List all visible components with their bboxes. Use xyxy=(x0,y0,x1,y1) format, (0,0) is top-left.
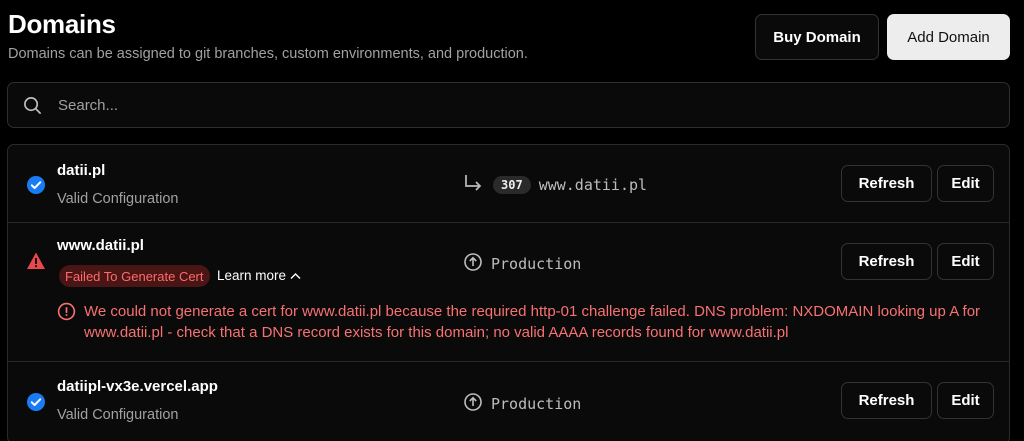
check-circle-icon xyxy=(26,175,46,195)
domain-row: datii.pl Valid Configuration 307 www.dat… xyxy=(8,145,1009,223)
chevron-up-icon xyxy=(290,268,301,283)
domain-target: Production xyxy=(463,252,581,276)
redirect-code-badge: 307 xyxy=(493,176,531,194)
page-header: Domains Domains can be assigned to git b… xyxy=(8,8,528,62)
domain-target: Production xyxy=(463,392,581,416)
target-text: Production xyxy=(491,395,582,413)
buy-domain-button[interactable]: Buy Domain xyxy=(755,14,879,60)
search-bar xyxy=(7,82,1010,128)
cert-error-badge: Failed To Generate Cert xyxy=(59,265,210,287)
search-icon xyxy=(22,95,42,115)
edit-button[interactable]: Edit xyxy=(937,165,994,202)
domain-row: datiipl-vx3e.vercel.app Valid Configurat… xyxy=(8,362,1009,441)
search-input[interactable] xyxy=(58,96,958,114)
error-message: We could not generate a cert for www.dat… xyxy=(84,303,981,341)
refresh-button[interactable]: Refresh xyxy=(841,165,932,202)
domain-target: 307 www.datii.pl xyxy=(463,173,647,197)
page-title: Domains xyxy=(8,9,116,39)
target-text[interactable]: www.datii.pl xyxy=(539,176,647,194)
arrow-up-circle-icon xyxy=(463,392,483,416)
arrow-up-circle-icon xyxy=(463,252,483,276)
refresh-button[interactable]: Refresh xyxy=(841,382,932,419)
domain-name[interactable]: www.datii.pl xyxy=(57,237,144,254)
check-circle-icon xyxy=(26,392,46,412)
add-domain-button[interactable]: Add Domain xyxy=(887,14,1010,60)
redirect-arrow-icon xyxy=(463,173,485,197)
domain-row: www.datii.pl Failed To Generate Cert Lea… xyxy=(8,223,1009,362)
error-circle-icon xyxy=(57,301,76,321)
refresh-button[interactable]: Refresh xyxy=(841,243,932,280)
domain-list: datii.pl Valid Configuration 307 www.dat… xyxy=(7,144,1010,441)
target-text: Production xyxy=(491,255,582,273)
domain-status: Valid Configuration xyxy=(57,407,179,423)
domain-status: Valid Configuration xyxy=(57,191,179,207)
edit-button[interactable]: Edit xyxy=(937,243,994,280)
domain-name[interactable]: datii.pl xyxy=(57,162,105,179)
warning-triangle-icon xyxy=(26,251,46,271)
domain-name[interactable]: datiipl-vx3e.vercel.app xyxy=(57,378,218,395)
learn-more-toggle[interactable]: Learn more xyxy=(217,268,301,283)
edit-button[interactable]: Edit xyxy=(937,382,994,419)
page-subtitle: Domains can be assigned to git branches,… xyxy=(8,46,528,62)
learn-more-label: Learn more xyxy=(217,268,287,283)
